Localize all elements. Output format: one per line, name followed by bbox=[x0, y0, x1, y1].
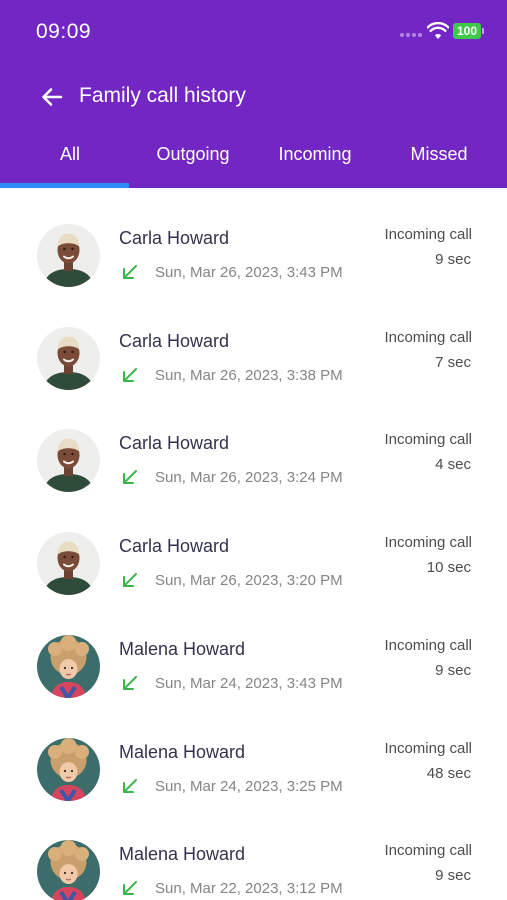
app-header: 09:09 100 Family call history All Outgoi… bbox=[0, 0, 507, 188]
battery-level: 100 bbox=[453, 23, 481, 39]
caller-name: Carla Howard bbox=[119, 330, 230, 351]
tab-incoming[interactable]: Incoming bbox=[254, 130, 376, 184]
caller-name: Carla Howard bbox=[119, 433, 230, 454]
battery-indicator: 100 bbox=[453, 23, 485, 39]
caller-name: Malena Howard bbox=[119, 741, 246, 762]
incoming-arrow-icon bbox=[120, 878, 140, 898]
call-type: Incoming call bbox=[384, 226, 472, 243]
tab-all[interactable]: All bbox=[10, 130, 130, 184]
call-date: Sun, Mar 26, 2023, 3:20 PM bbox=[155, 572, 343, 590]
avatar bbox=[37, 634, 100, 698]
back-button[interactable] bbox=[34, 80, 70, 114]
avatar bbox=[37, 737, 100, 801]
call-filter-tabs: All Outgoing Incoming Missed bbox=[0, 130, 507, 188]
avatar bbox=[37, 429, 100, 493]
call-date: Sun, Mar 26, 2023, 3:24 PM bbox=[155, 469, 343, 487]
call-duration: 9 sec bbox=[435, 867, 471, 885]
call-date: Sun, Mar 26, 2023, 3:38 PM bbox=[155, 366, 343, 384]
call-duration: 48 sec bbox=[426, 764, 471, 782]
incoming-arrow-icon bbox=[120, 365, 140, 385]
avatar bbox=[37, 224, 100, 287]
call-list-item[interactable]: Carla Howard Sun, Mar 26, 2023, 3:43 PM … bbox=[0, 188, 507, 291]
call-duration: 9 sec bbox=[435, 251, 471, 268]
call-duration: 10 sec bbox=[426, 559, 471, 577]
call-list-item[interactable]: Carla Howard Sun, Mar 26, 2023, 3:38 PM … bbox=[0, 291, 507, 394]
page-title: Family call history bbox=[79, 84, 246, 107]
call-date: Sun, Mar 22, 2023, 3:12 PM bbox=[155, 880, 343, 898]
avatar bbox=[37, 532, 100, 596]
call-history-list: Carla Howard Sun, Mar 26, 2023, 3:43 PM … bbox=[0, 188, 507, 900]
status-time: 09:09 bbox=[36, 20, 92, 43]
call-date: Sun, Mar 26, 2023, 3:43 PM bbox=[155, 264, 343, 281]
arrow-left-icon bbox=[42, 88, 63, 106]
call-list-item[interactable]: Carla Howard Sun, Mar 26, 2023, 3:24 PM … bbox=[0, 393, 507, 496]
call-list-item[interactable]: Malena Howard Sun, Mar 24, 2023, 3:43 PM… bbox=[0, 599, 507, 702]
battery-tip bbox=[482, 28, 484, 34]
call-date: Sun, Mar 24, 2023, 3:25 PM bbox=[155, 777, 343, 795]
incoming-arrow-icon bbox=[120, 673, 140, 693]
call-list-item[interactable]: Malena Howard Sun, Mar 24, 2023, 3:25 PM… bbox=[0, 702, 507, 805]
call-duration: 9 sec bbox=[435, 661, 471, 679]
tab-missed[interactable]: Missed bbox=[379, 130, 499, 184]
caller-name: Malena Howard bbox=[119, 844, 246, 865]
caller-name: Carla Howard bbox=[119, 536, 230, 557]
avatar bbox=[37, 840, 100, 900]
cellular-signal-icon bbox=[400, 33, 424, 39]
call-list-item[interactable]: Malena Howard Sun, Mar 22, 2023, 3:12 PM… bbox=[0, 804, 507, 900]
call-type: Incoming call bbox=[384, 842, 472, 860]
incoming-arrow-icon bbox=[120, 570, 140, 590]
caller-name: Malena Howard bbox=[119, 638, 246, 659]
incoming-arrow-icon bbox=[120, 776, 140, 796]
tab-outgoing[interactable]: Outgoing bbox=[132, 130, 254, 184]
call-duration: 4 sec bbox=[435, 456, 471, 474]
incoming-arrow-icon bbox=[120, 262, 140, 282]
call-type: Incoming call bbox=[384, 739, 472, 757]
incoming-arrow-icon bbox=[120, 467, 140, 487]
call-type: Incoming call bbox=[384, 431, 472, 449]
caller-name: Carla Howard bbox=[119, 228, 230, 248]
status-bar: 09:09 100 bbox=[0, 0, 507, 62]
call-list-item[interactable]: Carla Howard Sun, Mar 26, 2023, 3:20 PM … bbox=[0, 496, 507, 599]
call-type: Incoming call bbox=[384, 534, 472, 552]
call-type: Incoming call bbox=[384, 328, 472, 346]
avatar bbox=[37, 326, 100, 390]
call-type: Incoming call bbox=[384, 636, 472, 654]
call-date: Sun, Mar 24, 2023, 3:43 PM bbox=[155, 674, 343, 692]
wifi-icon bbox=[426, 21, 450, 40]
call-duration: 7 sec bbox=[435, 353, 471, 371]
